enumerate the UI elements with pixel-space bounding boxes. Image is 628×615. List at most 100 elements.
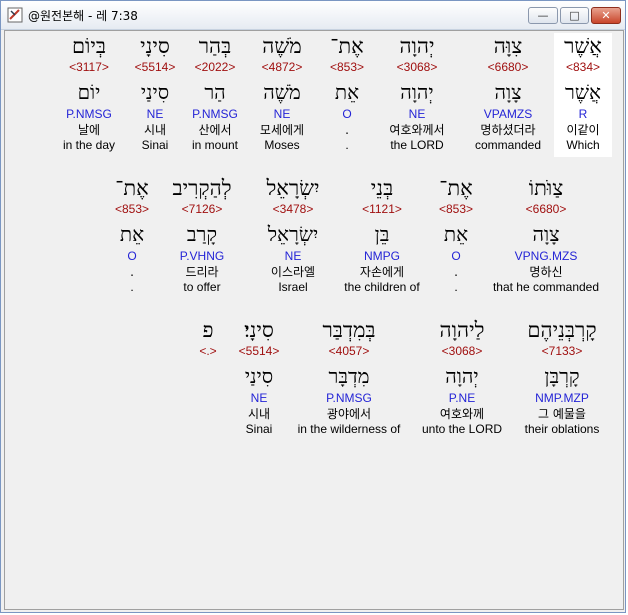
strong-number: <5514> [238,344,280,358]
hebrew-word: בְּיוֹם [71,34,107,58]
minimize-icon: — [537,9,549,22]
close-icon: ✕ [601,9,611,22]
word-column[interactable]: צִוָּה <6680> צָוָה VPAMZS 명하셨더라 commanded [475,33,541,153]
word-column[interactable]: סִינָי <5514> סִינַי NE 시내 Sinai [135,33,176,153]
word-column[interactable]: לְהַקְרִיב <7126> קָרַב P.VHNG 드리라 to offer [172,175,231,295]
title-bar[interactable]: @원전본해 - 레 7:38 — □ ✕ [1,1,625,30]
word-column[interactable]: בְּהַר <2022> הַר P.NMSG 산에서 in mount [192,33,238,153]
english-gloss: in mount [191,138,239,152]
hebrew-word: פ [202,318,214,342]
hebrew-word: בְּנֵי [370,176,394,200]
strong-number: <853> [329,60,365,74]
lemma-word: צָוָה [532,222,560,246]
english-gloss: Moses [264,138,300,152]
minimize-button[interactable]: — [528,7,558,24]
hebrew-word: צִוָּה [493,34,523,58]
word-column[interactable]: בְּיוֹם <3117> יוֹם P.NMSG 날에 in the day [63,33,115,153]
strong-number: <2022> [194,60,236,74]
strong-number: <5514> [134,60,176,74]
english-gloss: . [130,280,134,294]
hebrew-word: מֹשֶׁה [262,34,302,58]
lemma-word: בֵּן [374,222,390,246]
korean-gloss: 명하셨더라 [480,123,536,137]
strong-number: <6680> [487,60,529,74]
word-column[interactable]: יְהוָה <3068> יְהוָה NE 여호와께서 the LORD [389,33,444,153]
strong-number: <3068> [441,344,483,358]
lemma-word: יְהוָה [400,80,434,104]
morphology-code: NE [146,107,164,121]
hebrew-word: בְּמִדְבַּר [322,318,376,342]
strong-number: <7133> [541,344,583,358]
strong-number: <4057> [328,344,370,358]
strong-number: <3478> [272,202,314,216]
english-gloss: unto the LORD [421,422,503,436]
word-column[interactable]: בְּמִדְבַּר <4057> מִדְבָּר P.NMSG 광야에서 in th… [298,317,401,437]
morphology-code: P.VHNG [179,249,225,263]
english-gloss: commanded [474,138,542,152]
word-column[interactable]: אֶת־ <853> אֵת O.. [115,175,149,295]
lemma-word: אֵת [119,222,145,246]
korean-gloss: 산에서 [198,123,232,137]
word-column[interactable]: אֲשֶׁר <834> אֲשֶׁר R 이같이 Which [554,33,612,157]
word-column[interactable]: אֶת־ <853> אֵת O.. [439,175,473,295]
strong-number: <7126> [181,202,223,216]
word-column[interactable]: יִשְׂרָאֵל <3478> יִשְׂרָאֵל NE 이스라엘 Israel [266,175,319,295]
morphology-code: P.NMSG [192,107,238,121]
hebrew-word: אֶת־ [439,176,473,200]
hebrew-word: אֲשֶׁר [564,34,602,58]
word-column[interactable]: קָרְבְּנֵיהֶם <7133> קָרְבָּן NMP.MZP 그 예물을 t… [525,317,600,437]
hebrew-word: בְּהַר [198,34,232,58]
korean-gloss: 그 예물을 [538,407,586,421]
morphology-code: NMPG [363,249,400,263]
hebrew-word: יְהוָה [399,34,435,58]
morphology-code: NE [273,107,291,121]
hebrew-word: יִשְׂרָאֵל [266,176,320,200]
korean-gloss: 이스라엘 [270,265,316,279]
word-column[interactable]: פ <.> [199,317,216,437]
close-button[interactable]: ✕ [591,7,621,24]
korean-gloss [199,406,216,422]
app-window: @원전본해 - 레 7:38 — □ ✕ אֲשֶׁר <834> אֲשֶׁר R 이… [0,0,626,613]
lemma-word [199,363,216,389]
word-column[interactable]: אֶת־ <853> אֵת O.. [330,33,364,153]
english-gloss: Sinai [245,422,273,436]
interlinear-text-area[interactable]: אֲשֶׁר <834> אֲשֶׁר R 이같이 Which צִוָּה <6680> צָ… [4,30,624,610]
hebrew-word: קָרְבְּנֵיהֶם [527,318,597,342]
strong-number: <6680> [525,202,567,216]
morphology-code: P.NE [448,391,476,405]
english-gloss: in the day [62,138,116,152]
word-column[interactable]: לַיהוָה <3068> יְהוָה P.NE 여호와께 unto the LORD [422,317,502,437]
lemma-word: מִדְבָּר [328,364,370,388]
strong-number: <.> [199,344,217,358]
strong-number: <4872> [261,60,303,74]
morphology-code: NE [408,107,426,121]
word-column[interactable]: צַוֺּתוֹ <6680> צָוָה VPNG.MZS 명하신 that he co… [493,175,599,295]
hebrew-word: צַוֺּתוֹ [528,176,564,200]
english-gloss: to offer [183,280,221,294]
strong-number: <834> [565,60,601,74]
morphology-code: R [578,107,588,121]
lemma-word: אֵת [443,222,469,246]
korean-gloss: . [130,265,134,279]
morphology-code: P.NMSG [326,391,372,405]
word-column[interactable]: סִינָי׃ <5514> סִינַי NE 시내 Sinai [239,317,280,437]
strong-number: <853> [438,202,474,216]
morphology-code: VPNG.MZS [514,249,578,263]
english-gloss [199,422,216,437]
word-column[interactable]: בְּנֵי <1121> בֵּן NMPG 자손에게 the children of [344,175,419,295]
hebrew-word: סִינָי [140,34,170,58]
window-title: @원전본해 - 레 7:38 [28,9,138,23]
morphology-code [199,391,216,406]
english-gloss: in the wilderness of [297,422,401,436]
lemma-word: מֹשֶׁה [263,80,301,104]
word-column[interactable]: מֹשֶׁה <4872> מֹשֶׁה NE 모세에게 Moses [260,33,304,153]
english-gloss: the LORD [390,138,444,152]
korean-gloss: 시내 [247,407,271,421]
korean-gloss: 모세에게 [259,123,305,137]
maximize-icon: □ [569,9,580,22]
english-gloss: that he commanded [492,280,600,294]
morphology-code: O [342,107,352,121]
hebrew-word: לְהַקְרִיב [172,176,232,200]
maximize-button[interactable]: □ [560,7,589,24]
app-icon [7,7,23,23]
